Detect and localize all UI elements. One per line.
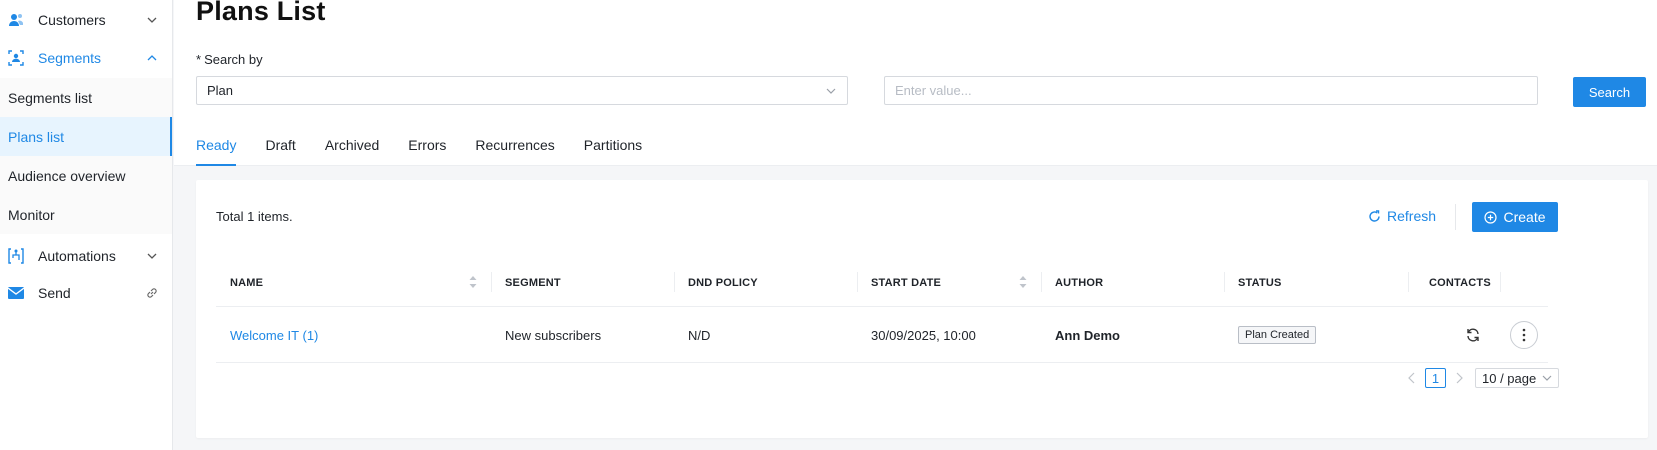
sidebar-item-label: Automations [38, 248, 116, 264]
page-size-select[interactable]: 10 / page [1475, 368, 1559, 388]
column-divider [1224, 272, 1225, 292]
column-divider [1408, 272, 1409, 292]
sidebar-item-automations[interactable]: Automations [0, 236, 172, 276]
sort-icon[interactable] [1018, 274, 1028, 290]
plan-name-link[interactable]: Welcome IT (1) [230, 307, 318, 363]
table-header: NAME SEGMENT DND POLICY START DATE AUTHO… [216, 258, 1548, 307]
refresh-icon [1369, 209, 1380, 222]
sidebar-item-send[interactable]: Send [0, 273, 172, 313]
segments-submenu: Segments list Plans list Audience overvi… [0, 78, 172, 234]
total-items: Total 1 items. [216, 209, 293, 224]
page-number[interactable]: 1 [1425, 368, 1446, 388]
sidebar-item-label: Customers [38, 12, 106, 28]
tab-recurrences[interactable]: Recurrences [475, 131, 554, 166]
segments-icon [8, 50, 24, 66]
search-field-select[interactable]: Plan [196, 76, 848, 105]
refresh-button[interactable]: Refresh [1368, 208, 1436, 224]
sort-icon[interactable] [468, 274, 478, 290]
sidebar-item-segments-list[interactable]: Segments list [0, 78, 172, 117]
search-button[interactable]: Search [1573, 77, 1646, 107]
status-tabs: Ready Draft Archived Errors Recurrences … [196, 131, 671, 166]
tab-ready[interactable]: Ready [196, 131, 237, 166]
tab-draft[interactable]: Draft [265, 131, 295, 166]
column-divider [857, 272, 858, 292]
column-divider [674, 272, 675, 292]
search-field-value: Plan [207, 83, 234, 98]
column-author: AUTHOR [1055, 276, 1104, 289]
more-actions-button[interactable] [1510, 321, 1538, 349]
sidebar: Customers Segments Segments list Plans l… [0, 0, 173, 450]
page-header: Plans List *Search by Plan Search Ready … [174, 0, 1657, 166]
customers-icon [8, 12, 24, 28]
column-dnd-policy: DND POLICY [688, 276, 758, 289]
chevron-down-icon [1542, 375, 1552, 381]
sidebar-item-plans-list[interactable]: Plans list [0, 117, 172, 156]
sidebar-item-label: Send [38, 285, 71, 301]
main-content: Plans List *Search by Plan Search Ready … [174, 0, 1657, 450]
dnd-policy-cell: N/D [688, 327, 711, 343]
column-status: STATUS [1238, 276, 1282, 289]
automations-icon [8, 248, 24, 264]
search-by-text: Search by [204, 52, 263, 67]
page-size-value: 10 / page [1482, 370, 1537, 386]
link-icon [146, 287, 158, 299]
tab-errors[interactable]: Errors [408, 131, 446, 166]
prev-page-icon[interactable] [1406, 372, 1418, 384]
sidebar-item-segments[interactable]: Segments [0, 38, 172, 78]
chevron-down-icon [825, 85, 837, 97]
column-divider [1041, 272, 1042, 292]
status-badge: Plan Created [1238, 326, 1317, 344]
plans-table-card: Total 1 items. Refresh Create NAME SEGME… [196, 180, 1648, 438]
plus-circle-icon [1484, 210, 1498, 224]
pagination: 1 10 / page [1406, 368, 1559, 388]
more-vertical-icon [1522, 328, 1526, 342]
page-title: Plans List [196, 0, 326, 26]
sidebar-item-customers[interactable]: Customers [0, 0, 172, 40]
column-segment: SEGMENT [505, 276, 561, 289]
column-start-date[interactable]: START DATE [871, 258, 941, 307]
sync-icon [1467, 328, 1479, 342]
segment-cell: New subscribers [505, 327, 602, 343]
column-divider [491, 272, 492, 292]
next-page-icon[interactable] [1453, 372, 1465, 384]
chevron-down-icon [146, 14, 158, 26]
chevron-up-icon [146, 52, 158, 64]
mail-icon [8, 285, 24, 301]
start-date-cell: 30/09/2025, 10:00 [871, 327, 976, 343]
required-mark: * [196, 52, 202, 67]
row-actions-cell [1510, 307, 1538, 363]
divider [1455, 204, 1456, 230]
tab-archived[interactable]: Archived [325, 131, 379, 166]
sync-contacts-button[interactable] [1465, 307, 1481, 363]
search-by-label: * Search by [196, 52, 263, 67]
search-value-input[interactable] [884, 76, 1538, 105]
column-name[interactable]: NAME [230, 258, 263, 307]
sidebar-item-label: Segments [38, 50, 102, 66]
column-contacts: CONTACTS [1429, 276, 1491, 289]
chevron-down-icon [146, 250, 158, 262]
refresh-label: Refresh [1387, 208, 1437, 224]
author-cell: Ann Demo [1055, 327, 1120, 343]
create-button[interactable]: Create [1472, 202, 1558, 232]
table-row: Welcome IT (1) New subscribers N/D 30/09… [216, 307, 1548, 363]
create-label: Create [1503, 209, 1546, 225]
sidebar-item-audience-overview[interactable]: Audience overview [0, 156, 172, 195]
tab-partitions[interactable]: Partitions [584, 131, 642, 166]
column-divider [1500, 272, 1501, 292]
sidebar-item-monitor[interactable]: Monitor [0, 195, 172, 234]
status-cell: Plan Created [1238, 307, 1317, 363]
